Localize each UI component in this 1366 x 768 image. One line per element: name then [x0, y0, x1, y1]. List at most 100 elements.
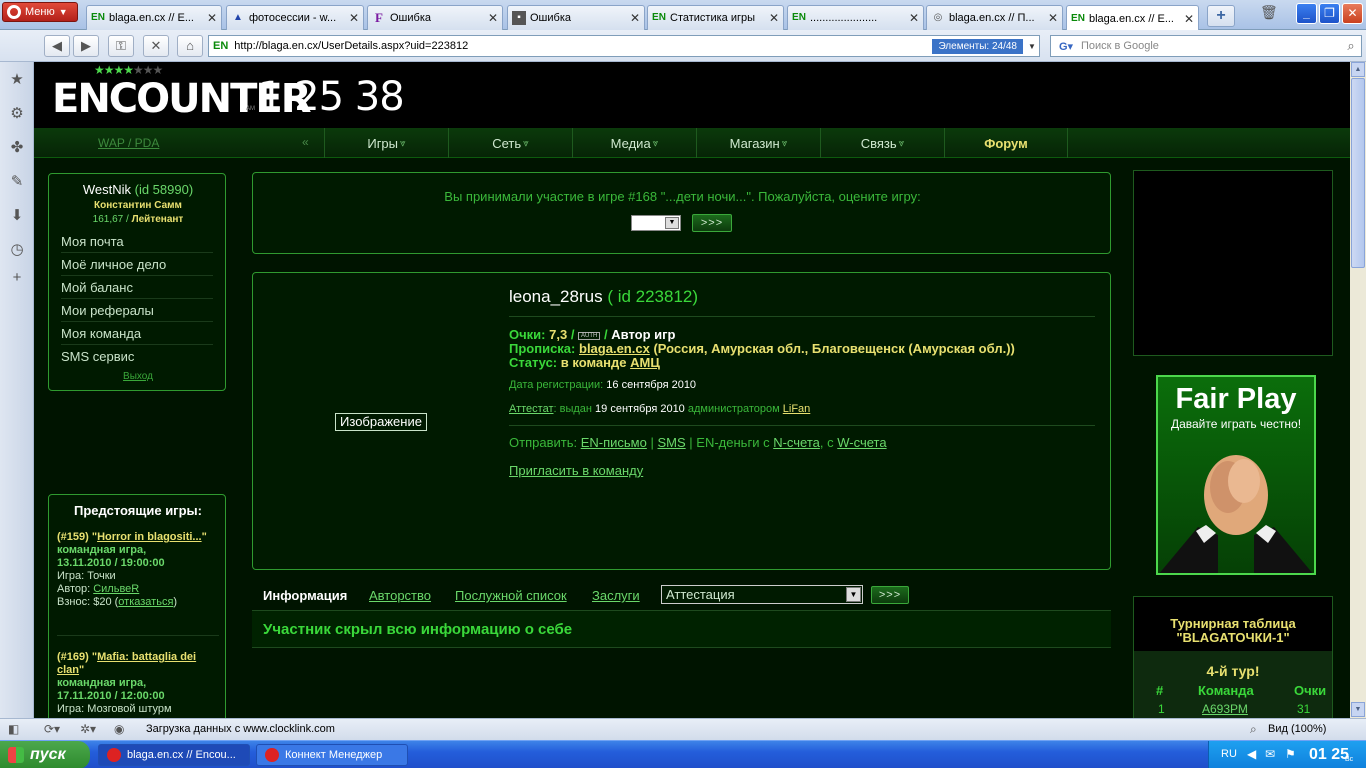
- history-icon[interactable]: ◷: [7, 240, 27, 260]
- browser-tab[interactable]: EN Статистика игры ✕: [647, 5, 784, 30]
- menu-my-balance[interactable]: Мой баланс: [61, 276, 213, 299]
- downloads-icon[interactable]: ⬇: [7, 206, 27, 226]
- tray-arrow-icon[interactable]: ◀: [1247, 747, 1256, 761]
- menu-my-mail[interactable]: Моя почта: [61, 230, 213, 253]
- close-icon[interactable]: ✕: [1048, 11, 1058, 25]
- task-opera[interactable]: blaga.en.cx // Encou...: [98, 744, 250, 766]
- menu-my-referrals[interactable]: Мои рефералы: [61, 299, 213, 322]
- browser-tab[interactable]: ▪ Ошибка ✕: [507, 5, 645, 30]
- menu-my-dossier[interactable]: Моё личное дело: [61, 253, 213, 276]
- chevron-down-icon[interactable]: ▼: [1025, 42, 1039, 51]
- turbo-icon[interactable]: ✲▾: [80, 722, 96, 736]
- search-icon[interactable]: ⌕: [1341, 38, 1361, 54]
- tab-authorship[interactable]: Авторство: [369, 588, 431, 603]
- new-tab-button[interactable]: +: [1207, 5, 1235, 27]
- url-field[interactable]: EN http://blaga.en.cx/UserDetails.aspx?u…: [208, 35, 1040, 57]
- browser-tab[interactable]: F Ошибка ✕: [367, 5, 503, 30]
- google-icon[interactable]: G▾: [1051, 40, 1081, 53]
- scroll-down-icon[interactable]: ▼: [1351, 702, 1365, 717]
- chevron-down-icon[interactable]: ▼: [665, 217, 679, 229]
- vertical-scrollbar[interactable]: ▲ ▼: [1350, 62, 1366, 718]
- tab-merits[interactable]: Заслуги: [592, 588, 640, 603]
- language-indicator[interactable]: RU: [1221, 748, 1237, 760]
- nav-contact[interactable]: Связь ⩔: [820, 128, 944, 158]
- notes-icon[interactable]: ✎: [7, 172, 27, 192]
- close-window-button[interactable]: ✕: [1342, 3, 1363, 24]
- team-link[interactable]: АМЦ: [630, 355, 660, 370]
- browser-tab-active[interactable]: EN blaga.en.cx // E... ✕: [1066, 5, 1199, 31]
- start-button[interactable]: пуск: [0, 741, 90, 768]
- nav-network[interactable]: Сеть ⩔: [448, 128, 572, 158]
- fair-play-banner[interactable]: Fair Play Давайте играть честно!: [1156, 375, 1316, 575]
- browser-tab[interactable]: ◎ blaga.en.cx // П... ✕: [926, 5, 1063, 30]
- add-panel-icon[interactable]: +: [7, 268, 27, 288]
- close-icon[interactable]: ✕: [488, 11, 498, 25]
- close-icon[interactable]: ✕: [349, 11, 359, 25]
- zoom-level[interactable]: Вид (100%): [1268, 723, 1326, 735]
- search-field[interactable]: G▾ Поиск в Google ⌕: [1050, 35, 1362, 57]
- rating-select[interactable]: ▼: [631, 215, 681, 231]
- trash-icon[interactable]: 🗑: [1260, 4, 1278, 24]
- team-link[interactable]: А693РМ: [1202, 702, 1248, 716]
- menu-my-team[interactable]: Моя команда: [61, 322, 213, 345]
- widgets-icon[interactable]: ⚙: [7, 104, 27, 124]
- stop-button[interactable]: ✕: [143, 35, 169, 57]
- tab-service-record[interactable]: Послужной список: [455, 588, 567, 603]
- mail-icon[interactable]: ✉: [1265, 747, 1275, 761]
- wap-link[interactable]: WAP / PDA: [98, 136, 159, 150]
- attestat-link[interactable]: Аттестат: [509, 403, 554, 415]
- double-chevron-left-icon[interactable]: «: [302, 135, 309, 149]
- back-button[interactable]: ◀: [44, 35, 70, 57]
- forward-button[interactable]: ▶: [73, 35, 99, 57]
- restore-button[interactable]: ❐: [1319, 3, 1340, 24]
- n-account-link[interactable]: N-счета: [773, 435, 820, 450]
- user-name[interactable]: WestNik (id 58990): [49, 182, 227, 197]
- opera-menu-button[interactable]: Меню ▼: [2, 2, 78, 22]
- close-icon[interactable]: ✕: [769, 11, 779, 25]
- nav-forum[interactable]: Форум: [944, 128, 1068, 158]
- unite-status-icon[interactable]: ◉: [114, 722, 124, 736]
- sms-link[interactable]: SMS: [657, 435, 685, 450]
- url-text[interactable]: http://blaga.en.cx/UserDetails.aspx?uid=…: [234, 40, 932, 52]
- unite-icon[interactable]: ✤: [7, 138, 27, 158]
- registration-date: Дата регистрации: 16 сентября 2010: [509, 379, 697, 391]
- attestation-submit-button[interactable]: >>>: [871, 586, 909, 604]
- home-button[interactable]: ⌂: [177, 35, 203, 57]
- nav-shop[interactable]: Магазин ⩔: [696, 128, 820, 158]
- profile-points-row: Очки: 7,3 / AUTH / Автор игр: [509, 327, 676, 342]
- domain-link[interactable]: blaga.en.cx: [579, 341, 650, 356]
- tab-info[interactable]: Информация: [263, 588, 347, 603]
- scrollbar-thumb[interactable]: [1351, 78, 1365, 268]
- game-title-link[interactable]: Horror in blagositi...: [97, 531, 202, 543]
- invite-to-team-link[interactable]: Пригласить в команду: [509, 463, 643, 478]
- bookmarks-icon[interactable]: ★: [7, 70, 27, 90]
- attestation-select[interactable]: Аттестация ▼: [661, 585, 863, 604]
- logout-link[interactable]: Выход: [49, 371, 227, 382]
- panel-toggle-icon[interactable]: ◧: [8, 722, 19, 736]
- rating-submit-button[interactable]: >>>: [692, 214, 732, 232]
- reload-icon[interactable]: ⟳▾: [44, 722, 60, 736]
- author-link[interactable]: СильвеR: [93, 583, 139, 595]
- scroll-up-icon[interactable]: ▲: [1351, 62, 1365, 77]
- minimize-button[interactable]: _: [1296, 3, 1317, 24]
- close-icon[interactable]: ✕: [207, 11, 217, 25]
- search-input[interactable]: Поиск в Google: [1081, 40, 1341, 52]
- en-mail-link[interactable]: EN-письмо: [581, 435, 647, 450]
- nav-games[interactable]: Игры ⩔: [324, 128, 448, 158]
- task-connect-manager[interactable]: Коннект Менеджер: [256, 744, 408, 766]
- nav-media[interactable]: Медиа ⩔: [572, 128, 696, 158]
- close-icon[interactable]: ✕: [909, 11, 919, 25]
- browser-tab[interactable]: ▲ фотосессии - w... ✕: [226, 5, 364, 30]
- network-icon[interactable]: ⚑: [1285, 747, 1296, 761]
- menu-sms-service[interactable]: SMS сервис: [61, 345, 213, 368]
- zoom-icon[interactable]: ⌕: [1250, 722, 1257, 737]
- w-account-link[interactable]: W-счета: [837, 435, 886, 450]
- cancel-link[interactable]: отказаться: [118, 596, 173, 608]
- chevron-down-icon[interactable]: ▼: [846, 587, 861, 602]
- browser-tab[interactable]: EN ...................... ✕: [787, 5, 924, 30]
- browser-tab[interactable]: EN blaga.en.cx // E... ✕: [86, 5, 222, 30]
- key-icon[interactable]: ⚿: [108, 35, 134, 57]
- admin-link[interactable]: LiFan: [783, 403, 811, 415]
- close-icon[interactable]: ✕: [630, 11, 640, 25]
- close-icon[interactable]: ✕: [1184, 12, 1194, 26]
